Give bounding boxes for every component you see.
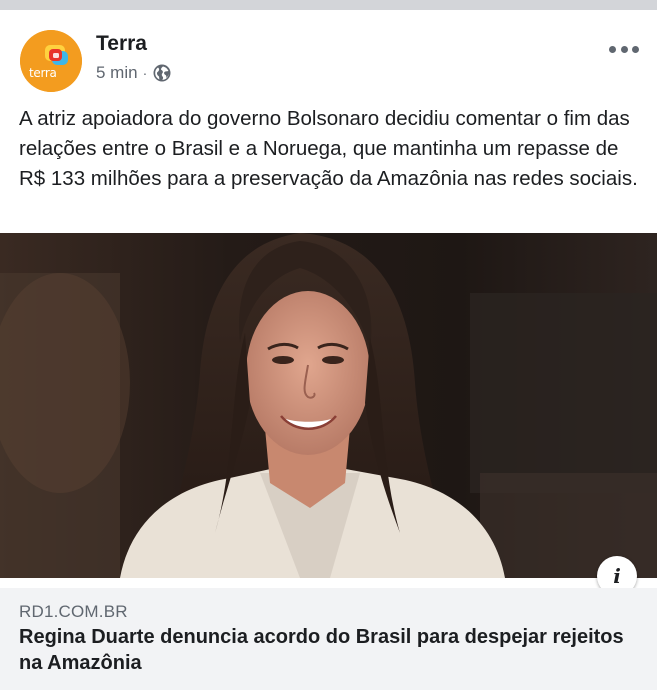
post-text: A atriz apoiadora do governo Bolsonaro d… xyxy=(19,107,638,190)
link-title[interactable]: Regina Duarte denuncia acordo do Brasil … xyxy=(19,624,639,676)
more-dot-icon xyxy=(620,45,628,53)
terra-logo-icon xyxy=(20,30,82,92)
feed-post: terra Terra 5 min · A atriz apoiadora do… xyxy=(0,10,657,690)
post-timestamp[interactable]: 5 min xyxy=(96,63,138,83)
link-caption[interactable]: RD1.COM.BR Regina Duarte denuncia acordo… xyxy=(0,588,657,690)
globe-icon[interactable] xyxy=(153,64,171,82)
avatar-label: terra xyxy=(29,66,57,80)
more-dot-icon xyxy=(632,45,639,53)
feed-separator xyxy=(0,0,657,10)
woman-portrait-image xyxy=(0,233,657,578)
meta-separator: · xyxy=(142,65,148,81)
page-name-link[interactable]: Terra xyxy=(96,32,147,56)
more-options-button[interactable] xyxy=(609,44,639,54)
link-domain: RD1.COM.BR xyxy=(19,602,128,621)
page-avatar[interactable]: terra xyxy=(20,30,82,92)
more-dot-icon xyxy=(609,45,616,53)
post-meta: 5 min · xyxy=(96,62,171,84)
link-preview-image[interactable] xyxy=(0,233,657,578)
